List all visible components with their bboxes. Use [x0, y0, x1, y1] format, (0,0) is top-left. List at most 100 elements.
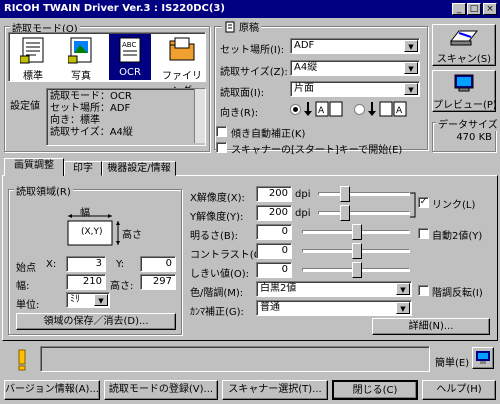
- save-area-button[interactable]: 領域の保存／消去(D)...: [16, 313, 176, 330]
- title-bar: RICOH TWAIN Driver Ver.3 : IS220DC(3): [0, 0, 500, 18]
- read-size-value: A4縦: [294, 62, 318, 73]
- invert-label: 階調反転(I): [432, 288, 483, 299]
- orientation-rotated-icon: A: [368, 101, 407, 117]
- threshold-thumb[interactable]: [352, 262, 362, 278]
- dropdown-arrow-icon[interactable]: ▼: [94, 294, 108, 306]
- orientation-rotated-radio[interactable]: [354, 104, 365, 115]
- scan-button-label: スキャン(S): [436, 54, 492, 65]
- x-resolution-slider[interactable]: [318, 192, 410, 196]
- tab-device-settings[interactable]: 機器設定/情報: [102, 161, 176, 176]
- start-key-checkbox[interactable]: [216, 142, 227, 153]
- read-mode-list[interactable]: 標準 写真 ABC OCR ファイリング: [8, 32, 206, 97]
- set-place-select[interactable]: ADF ▼: [290, 38, 420, 54]
- x-resolution-unit: dpi: [295, 189, 311, 200]
- threshold-input[interactable]: 0: [256, 262, 292, 278]
- height-input[interactable]: 297: [140, 274, 176, 290]
- auto-skew-checkbox[interactable]: [216, 126, 227, 137]
- y-resolution-thumb[interactable]: [340, 205, 350, 221]
- contrast-input[interactable]: 0: [256, 243, 292, 259]
- dropdown-arrow-icon[interactable]: ▼: [404, 40, 418, 52]
- orientation-label: 向き(R):: [220, 108, 259, 119]
- mode-photo-label: 写真: [71, 71, 91, 82]
- monitor-icon: [454, 74, 474, 92]
- photo-doc-icon: [67, 37, 92, 64]
- help-button[interactable]: ヘルプ(H): [422, 380, 496, 400]
- status-message-box: [40, 346, 430, 372]
- link-bracket: [410, 192, 416, 218]
- maximize-button[interactable]: □: [467, 3, 481, 15]
- y-resolution-slider[interactable]: [318, 211, 410, 215]
- color-mode-select[interactable]: 白黒2値 ▼: [256, 281, 412, 297]
- dropdown-arrow-icon[interactable]: ▼: [396, 302, 410, 314]
- register-read-mode-button[interactable]: 読取モードの登録(V)...: [104, 380, 218, 400]
- x-label: X:: [46, 259, 57, 270]
- height-caption: 高さ: [122, 230, 142, 241]
- window-title: RICOH TWAIN Driver Ver.3 : IS220DC(3): [4, 3, 225, 14]
- width-label: 幅:: [16, 281, 30, 292]
- tab-print[interactable]: 印字: [64, 161, 102, 176]
- mode-standard[interactable]: 標準: [13, 36, 53, 82]
- simple-mode-icon: [476, 351, 490, 364]
- settings-scrollbar[interactable]: [194, 89, 205, 143]
- dropdown-arrow-icon[interactable]: ▼: [396, 283, 410, 295]
- unit-select[interactable]: ﾐﾘ ▼: [66, 292, 110, 308]
- orientation-standard-icon: A: [304, 101, 343, 117]
- preview-button[interactable]: プレビュー(P): [432, 70, 497, 112]
- gamma-label: ｶﾝﾏ補正(G):: [190, 307, 244, 318]
- auto-skew-label: 傾き自動補正(K): [231, 129, 306, 140]
- select-scanner-button[interactable]: スキャナー選択(T)...: [222, 380, 328, 400]
- info-bulb-icon: [18, 349, 26, 371]
- minimize-button[interactable]: _: [452, 3, 466, 15]
- data-size-label: データサイズ: [436, 116, 500, 131]
- y-input[interactable]: 0: [140, 256, 176, 272]
- original-group-label: 原稿: [222, 19, 261, 34]
- ocr-doc-icon: ABC: [119, 37, 141, 63]
- width-input[interactable]: 210: [66, 274, 106, 290]
- y-label: Y:: [116, 259, 125, 270]
- read-side-value: 片面: [294, 83, 314, 94]
- document-icon: [225, 21, 235, 32]
- detail-button[interactable]: 詳細(N)...: [372, 318, 490, 335]
- mode-ocr[interactable]: ABC OCR: [109, 34, 151, 80]
- settings-line: 読取モード：OCR: [50, 91, 132, 102]
- settings-label: 設定値: [10, 101, 40, 112]
- orientation-standard-radio[interactable]: [290, 104, 301, 115]
- mode-standard-label: 標準: [23, 71, 43, 82]
- dropdown-arrow-icon[interactable]: ▼: [404, 83, 418, 95]
- y-resolution-input[interactable]: 200: [256, 205, 292, 221]
- brightness-input[interactable]: 0: [256, 224, 292, 240]
- contrast-thumb[interactable]: [352, 243, 362, 259]
- mode-photo[interactable]: 写真: [61, 36, 101, 82]
- color-mode-label: 色/階調(M):: [190, 288, 244, 299]
- invert-checkbox[interactable]: [418, 285, 429, 296]
- threshold-label: しきい値(O):: [190, 269, 250, 280]
- original-label-text: 原稿: [239, 23, 259, 34]
- read-size-select[interactable]: A4縦 ▼: [290, 60, 420, 76]
- simple-mode-button[interactable]: [472, 347, 494, 369]
- unit-label: 単位:: [16, 300, 40, 311]
- brightness-thumb[interactable]: [352, 224, 362, 240]
- gamma-select[interactable]: 普通 ▼: [256, 300, 412, 316]
- link-checkbox[interactable]: ✓: [418, 197, 429, 208]
- close-button[interactable]: 閉じる(C): [332, 380, 418, 400]
- color-mode-value: 白黒2値: [260, 283, 297, 294]
- settings-line: 向き：標準: [50, 115, 100, 126]
- brightness-label: 明るさ(B):: [190, 231, 239, 242]
- origin-caption: (X,Y): [81, 227, 103, 237]
- read-side-label: 読取面(I):: [220, 88, 265, 99]
- auto-binarize-label: 自動2値(Y): [432, 231, 483, 242]
- close-window-button[interactable]: ×: [483, 3, 497, 15]
- x-input[interactable]: 3: [66, 256, 106, 272]
- scan-button[interactable]: スキャン(S): [432, 24, 496, 66]
- x-resolution-input[interactable]: 200: [256, 186, 292, 202]
- dropdown-arrow-icon[interactable]: ▼: [404, 62, 418, 74]
- read-side-select[interactable]: 片面 ▼: [290, 81, 420, 97]
- svg-text:ABC: ABC: [122, 41, 136, 49]
- x-resolution-thumb[interactable]: [340, 186, 350, 202]
- auto-binarize-checkbox[interactable]: [418, 228, 429, 239]
- version-info-button[interactable]: バージョン情報(A)...: [4, 380, 100, 400]
- tab-image-quality[interactable]: 画質調整: [4, 158, 64, 176]
- folder-icon: [169, 37, 195, 61]
- gamma-value: 普通: [260, 302, 280, 313]
- settings-line: 読取サイズ：A4縦: [50, 127, 133, 138]
